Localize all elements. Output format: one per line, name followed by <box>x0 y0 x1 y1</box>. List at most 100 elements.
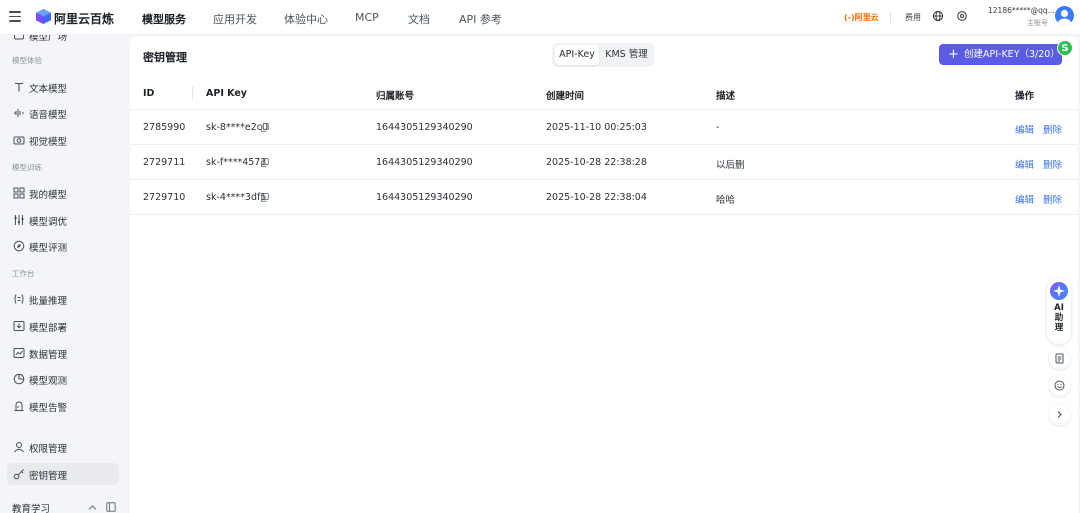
nav-docs[interactable]: 文档 <box>408 11 430 27</box>
sidebar: 模型广场 模型体验 文本模型 语音模型 视觉模型 模型训练 我的模型 模型调优 … <box>0 35 128 513</box>
sidebar-item-evaluation[interactable]: 模型评测 <box>7 235 119 257</box>
cell-api-key: sk-8****e2c0 <box>206 122 269 133</box>
edit-link[interactable]: 编辑 <box>1015 157 1034 171</box>
text-icon <box>15 82 23 92</box>
sidebar-item-vision-model[interactable]: 视觉模型 <box>7 129 119 151</box>
tab-switcher: API-Key KMS 管理 <box>552 43 654 67</box>
copy-icon[interactable] <box>261 193 269 202</box>
sidebar-item-batch-inference[interactable]: 批量推理 <box>7 288 119 310</box>
camera-icon <box>13 136 25 145</box>
create-api-key-label: 创建API-KEY（3/20） <box>964 49 1060 60</box>
copy-icon[interactable] <box>261 158 269 167</box>
sidebar-item-label: 语音模型 <box>29 110 68 121</box>
create-api-key-button[interactable]: + 创建API-KEY（3/20） <box>939 44 1062 65</box>
feedback-button[interactable] <box>1049 375 1070 396</box>
nav-app-dev[interactable]: 应用开发 <box>213 11 257 27</box>
sidebar-item-model-square[interactable]: 模型广场 <box>7 35 119 46</box>
sidebar-item-label: 权限管理 <box>29 444 68 455</box>
document-icon <box>1055 353 1064 364</box>
nav-mcp[interactable]: MCP <box>355 11 379 24</box>
sidebar-item-fine-tune[interactable]: 模型调优 <box>7 209 119 231</box>
pie-icon <box>13 373 25 385</box>
status-badge[interactable]: S <box>1057 40 1073 56</box>
user-icon <box>14 442 24 453</box>
aliyun-link[interactable]: (-)阿里云 <box>844 12 879 23</box>
column-api-key: API Key <box>206 88 247 99</box>
sidebar-item-audio-model[interactable]: 语音模型 <box>7 102 119 124</box>
cell-created: 2025-10-28 22:38:04 <box>546 192 647 203</box>
delete-link[interactable]: 删除 <box>1043 192 1062 206</box>
table-row: 2729711 sk-f****4573 1644305129340290 20… <box>130 145 1078 180</box>
sidebar-item-key-management[interactable]: 密钥管理 <box>7 463 119 485</box>
chevron-up-icon[interactable] <box>88 504 97 511</box>
ai-assistant-label: AI 助 理 <box>1054 303 1064 333</box>
cell-account: 1644305129340290 <box>376 192 473 203</box>
table-row: 2785990 sk-8****e2c0 1644305129340290 20… <box>130 110 1078 145</box>
plus-icon: + <box>948 47 959 62</box>
brand-name[interactable]: 阿里云百炼 <box>54 10 114 27</box>
sidebar-item-alarms[interactable]: 模型告警 <box>7 395 119 417</box>
nav-experience-center[interactable]: 体验中心 <box>284 11 328 27</box>
edit-link[interactable]: 编辑 <box>1015 122 1034 136</box>
delete-link[interactable]: 删除 <box>1043 122 1062 136</box>
sidebar-item-data-management[interactable]: 数据管理 <box>7 342 119 364</box>
cell-created: 2025-10-28 22:38:28 <box>546 157 647 168</box>
settings-icon[interactable] <box>956 10 968 22</box>
cell-id: 2729710 <box>143 192 186 203</box>
sidebar-item-label: 密钥管理 <box>29 471 68 482</box>
table-row: 2729710 sk-4****3df5 1644305129340290 20… <box>130 180 1078 215</box>
bailian-logo-icon[interactable] <box>36 9 51 24</box>
sidebar-item-label: 模型评测 <box>29 243 68 254</box>
sidebar-item-label: 文本模型 <box>29 84 68 95</box>
sidebar-item-label: 模型广场 <box>29 35 68 43</box>
cell-created: 2025-11-10 00:25:03 <box>546 122 647 133</box>
fee-link[interactable]: 费用 <box>905 12 921 23</box>
sidebar-group-experience: 模型体验 <box>12 56 42 65</box>
sidebar-item-deploy[interactable]: 模型部署 <box>7 315 119 337</box>
sidebar-item-permissions[interactable]: 权限管理 <box>7 436 119 458</box>
sidebar-group-workbench: 工作台 <box>12 269 35 278</box>
sidebar-item-observability[interactable]: 模型观测 <box>7 368 119 390</box>
nav-model-service[interactable]: 模型服务 <box>142 11 186 27</box>
sidebar-education[interactable]: 教育学习 <box>12 501 50 513</box>
edit-link[interactable]: 编辑 <box>1015 192 1034 206</box>
main-panel: 密钥管理 API-Key KMS 管理 + 创建API-KEY（3/20） S … <box>130 37 1078 513</box>
copy-icon[interactable] <box>261 123 269 132</box>
nav-api-reference[interactable]: API 参考 <box>459 11 502 27</box>
expand-tools-button[interactable] <box>1049 404 1070 425</box>
user-avatar-icon <box>1058 9 1071 25</box>
account-name[interactable]: 12186*****@qq.... <box>988 6 1057 15</box>
sidebar-item-label: 模型告警 <box>29 403 68 414</box>
collapse-sidebar-icon[interactable] <box>106 502 116 512</box>
sidebar-item-label: 视觉模型 <box>29 137 68 148</box>
avatar[interactable] <box>1055 6 1074 25</box>
sidebar-item-my-models[interactable]: 我的模型 <box>7 182 119 204</box>
ai-assistant-button[interactable]: AI 助 理 <box>1047 278 1071 344</box>
cell-account: 1644305129340290 <box>376 122 473 133</box>
document-button[interactable] <box>1049 348 1070 369</box>
tab-kms[interactable]: KMS 管理 <box>602 45 651 65</box>
delete-link[interactable]: 删除 <box>1043 157 1062 171</box>
square-icon <box>14 35 24 40</box>
globe-icon[interactable] <box>932 10 944 22</box>
account-type: 主账号 <box>1027 19 1048 27</box>
cell-api-key: sk-f****4573 <box>206 157 267 168</box>
compass-icon <box>13 240 25 252</box>
batch-icon <box>14 294 24 304</box>
sidebar-item-label: 模型观测 <box>29 376 68 387</box>
cell-api-key: sk-4****3df5 <box>206 192 267 203</box>
alarm-icon <box>14 401 24 411</box>
top-bar: 阿里云百炼 模型服务 应用开发 体验中心 MCP 文档 API 参考 (-)阿里… <box>0 0 1080 35</box>
ai-star-icon <box>1050 282 1068 300</box>
audio-wave-icon <box>14 109 24 117</box>
cell-description: 以后删 <box>716 160 745 171</box>
menu-icon[interactable] <box>9 11 21 23</box>
tab-api-key[interactable]: API-Key <box>555 45 599 65</box>
table-header: ID API Key 归属账号 创建时间 描述 操作 <box>130 76 1078 110</box>
chevron-right-icon <box>1057 411 1062 418</box>
tune-icon <box>14 215 24 225</box>
sidebar-item-label: 模型部署 <box>29 323 68 334</box>
column-description: 描述 <box>716 91 736 102</box>
sidebar-item-label: 模型调优 <box>29 217 68 228</box>
sidebar-item-text-model[interactable]: 文本模型 <box>7 76 119 98</box>
